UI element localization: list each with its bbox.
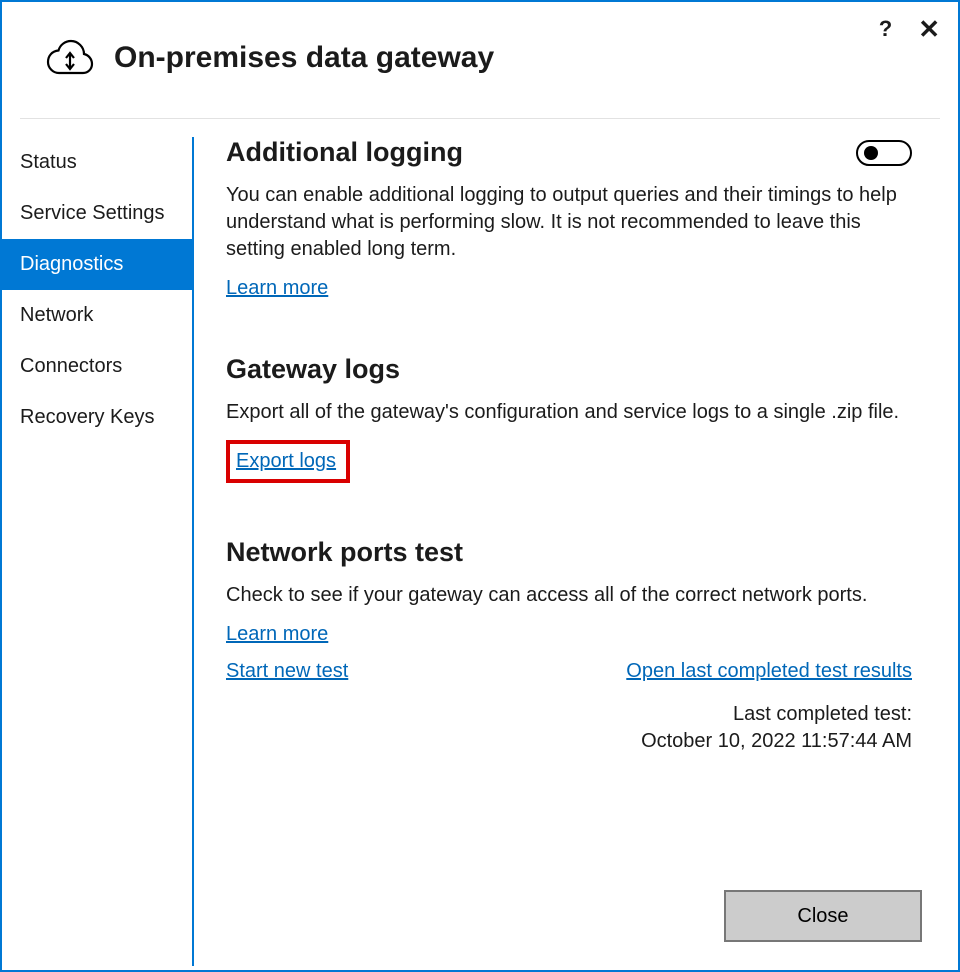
main-body: Status Service Settings Diagnostics Netw… <box>2 119 958 970</box>
section-network-ports-test: Network ports test Check to see if your … <box>226 537 912 755</box>
start-new-test-link[interactable]: Start new test <box>226 660 348 683</box>
titlebar-controls: ? ✕ <box>879 16 940 42</box>
additional-logging-toggle[interactable] <box>856 140 912 166</box>
sidebar-item-connectors[interactable]: Connectors <box>2 341 192 392</box>
cloud-upload-icon <box>46 38 94 78</box>
close-button[interactable]: Close <box>724 890 922 942</box>
section-header-row: Additional logging <box>226 137 912 168</box>
network-ports-learn-more-link[interactable]: Learn more <box>226 623 328 646</box>
sidebar: Status Service Settings Diagnostics Netw… <box>2 133 192 970</box>
last-test-value: October 10, 2022 11:57:44 AM <box>226 728 912 755</box>
close-icon[interactable]: ✕ <box>918 18 940 40</box>
network-ports-description: Check to see if your gateway can access … <box>226 582 912 609</box>
section-title-gateway-logs: Gateway logs <box>226 354 912 385</box>
gateway-logs-description: Export all of the gateway's configuratio… <box>226 399 912 426</box>
sidebar-item-service-settings[interactable]: Service Settings <box>2 188 192 239</box>
additional-logging-learn-more-link[interactable]: Learn more <box>226 277 328 300</box>
sidebar-item-status[interactable]: Status <box>2 137 192 188</box>
sidebar-item-network[interactable]: Network <box>2 290 192 341</box>
content-area: Additional logging You can enable additi… <box>194 133 958 970</box>
section-title-network-ports: Network ports test <box>226 537 912 568</box>
app-header: On-premises data gateway <box>2 2 958 118</box>
network-test-actions: Start new test Open last completed test … <box>226 660 912 683</box>
export-logs-link[interactable]: Export logs <box>236 450 336 473</box>
help-icon[interactable]: ? <box>879 16 892 42</box>
open-last-results-link[interactable]: Open last completed test results <box>626 660 912 683</box>
last-test-label: Last completed test: <box>226 701 912 728</box>
sidebar-item-recovery-keys[interactable]: Recovery Keys <box>2 392 192 443</box>
sidebar-item-diagnostics[interactable]: Diagnostics <box>2 239 192 290</box>
additional-logging-description: You can enable additional logging to out… <box>226 182 912 263</box>
footer: Close <box>724 890 922 942</box>
section-additional-logging: Additional logging You can enable additi… <box>226 137 912 300</box>
last-test-info: Last completed test: October 10, 2022 11… <box>226 701 912 755</box>
section-gateway-logs: Gateway logs Export all of the gateway's… <box>226 354 912 483</box>
section-title-additional-logging: Additional logging <box>226 137 463 168</box>
export-logs-highlight: Export logs <box>226 440 350 483</box>
app-window: ? ✕ On-premises data gateway Status Serv… <box>0 0 960 972</box>
app-title: On-premises data gateway <box>114 41 494 75</box>
toggle-knob <box>864 146 878 160</box>
